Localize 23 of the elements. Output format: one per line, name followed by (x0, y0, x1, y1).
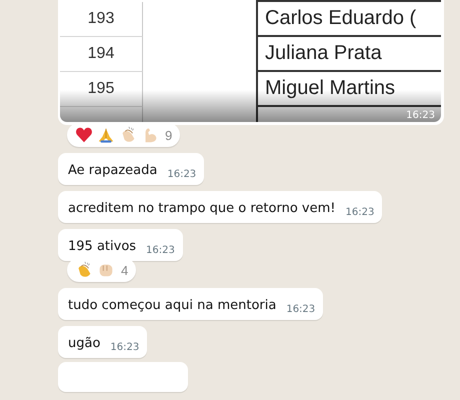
reaction-count: 9 (165, 128, 172, 142)
row-number: 193 (60, 2, 143, 37)
message-text: ugão (68, 335, 100, 353)
table-cell: Miguel Martins (256, 72, 441, 107)
message-text: tudo começou aqui na mentoria (68, 297, 276, 315)
message-text: acreditem no trampo que o retorno vem! (68, 200, 336, 218)
row-number: 195 (60, 72, 143, 107)
reactions-pill[interactable]: 9 (67, 123, 180, 147)
message-text: 195 ativos (68, 238, 136, 256)
table-cell: Juliana Prata (256, 37, 441, 72)
message-time: 16:23 (110, 342, 140, 354)
reactions-pill[interactable]: 4 (67, 258, 136, 282)
reaction-count: 4 (121, 262, 128, 278)
row-number: 194 (60, 37, 143, 72)
table-cell: Carlos Eduardo ( (256, 2, 441, 37)
message-time: 16:23 (406, 110, 435, 121)
message-time: 16:23 (286, 304, 316, 316)
message-time: 16:23 (345, 207, 374, 219)
message-time: 16:23 (167, 169, 196, 181)
message-text: Ae rapazeada (68, 162, 158, 180)
message-time: 16:23 (146, 245, 175, 257)
image-message[interactable]: 193 Carlos Eduardo ( 194 Juliana Prata 195 Miguel Martins 16:23 (58, 0, 444, 125)
heart-icon (75, 126, 93, 144)
